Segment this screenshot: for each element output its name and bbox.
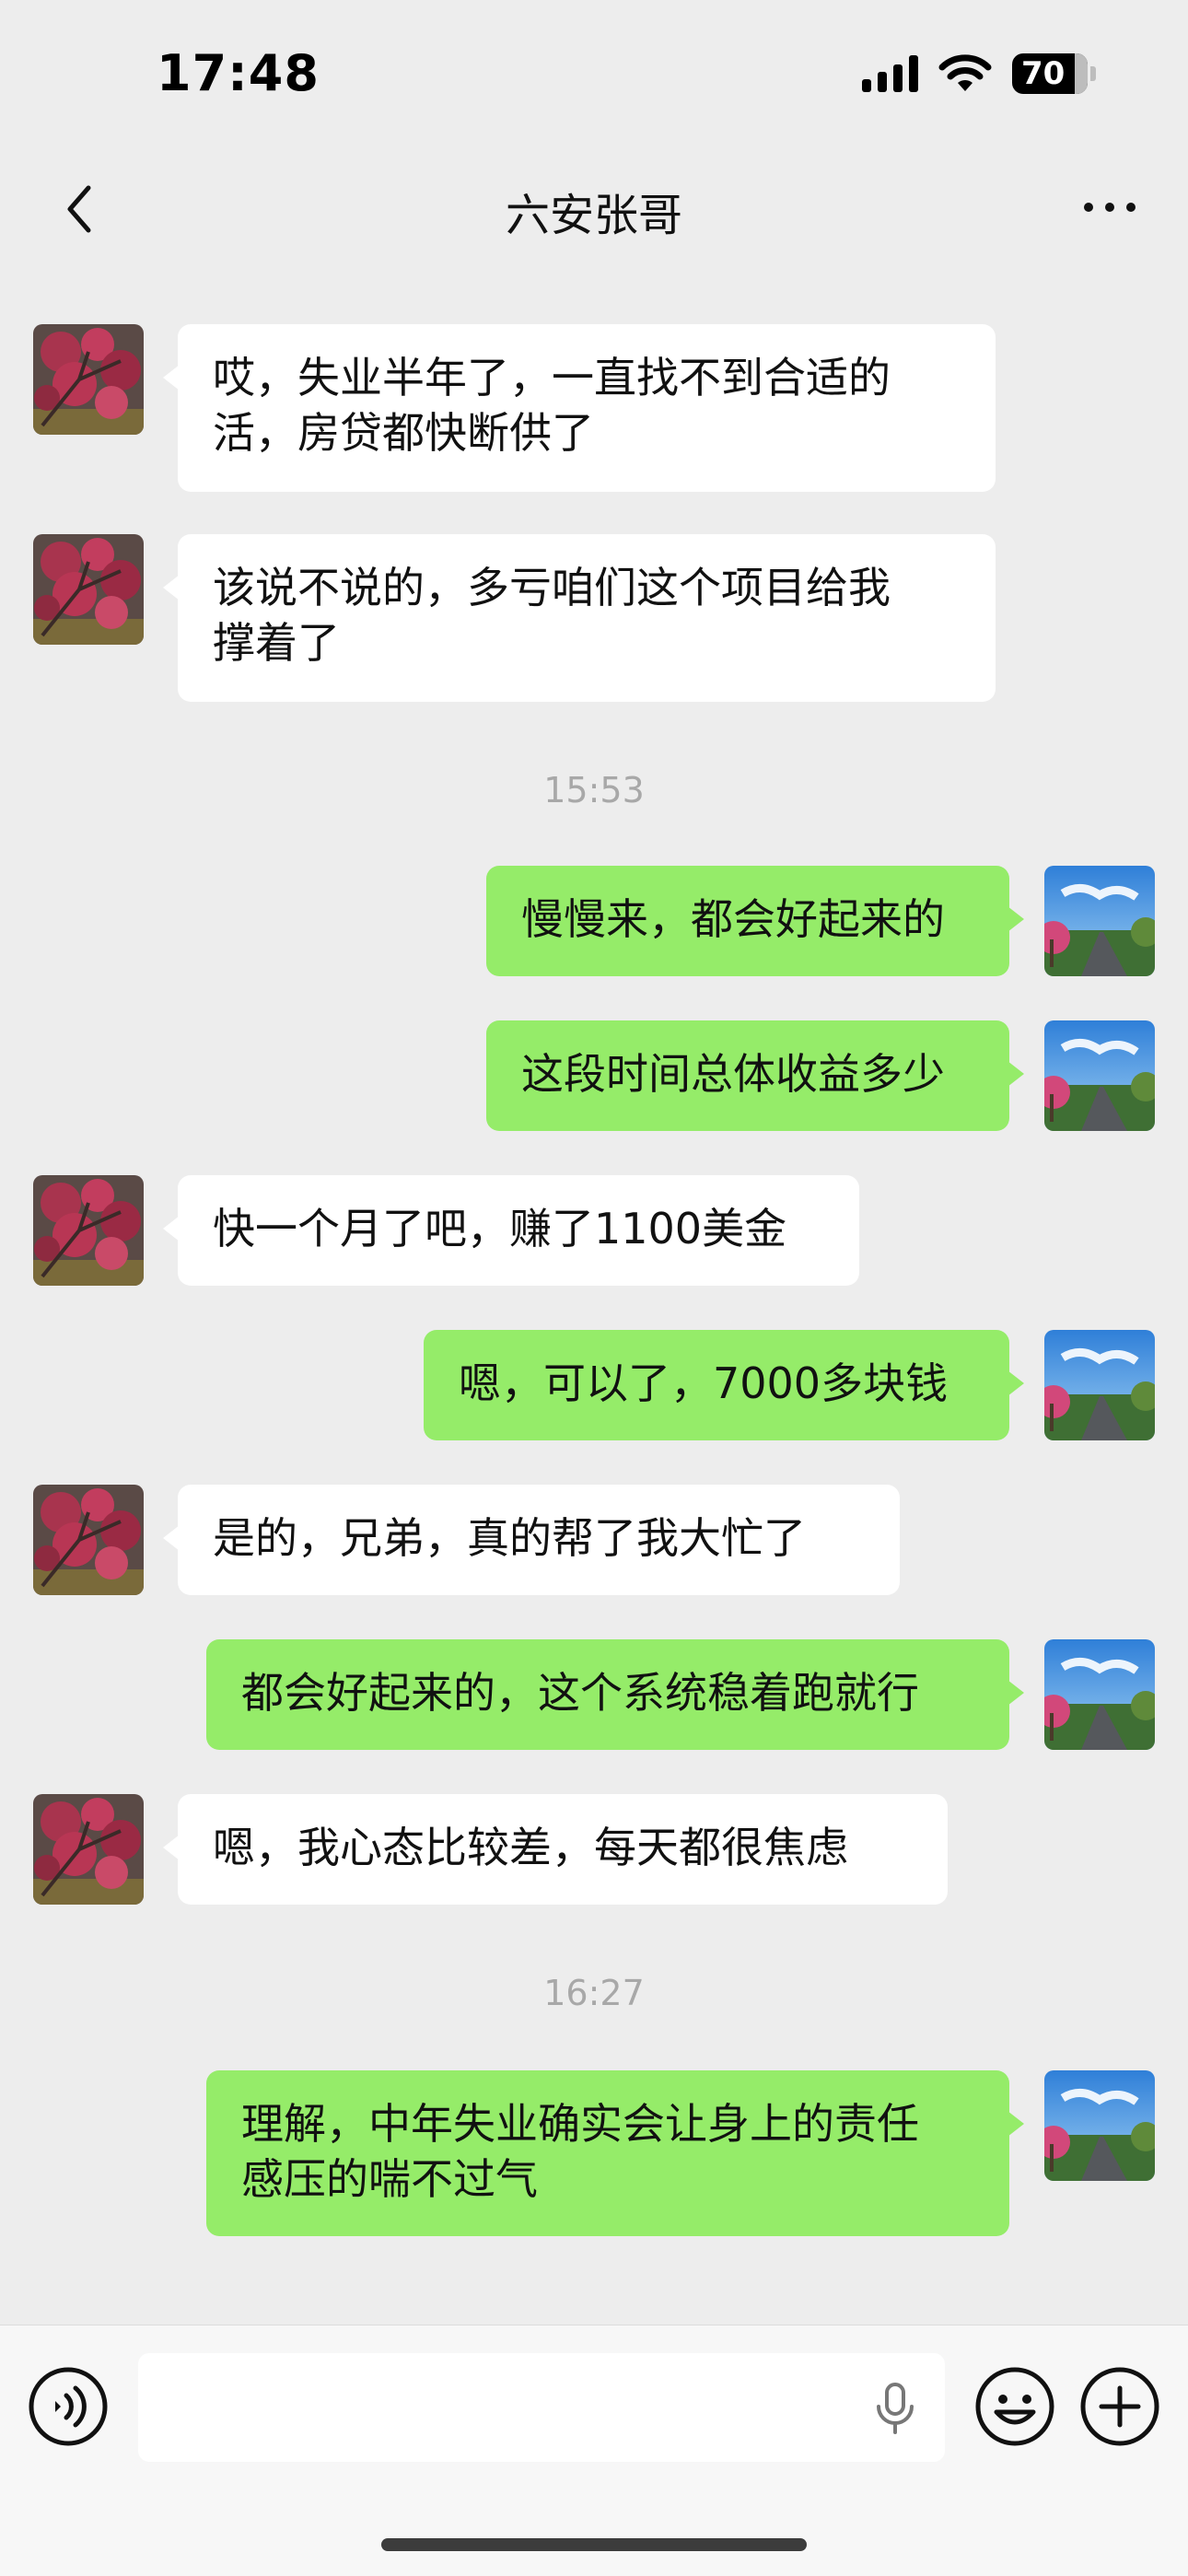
chat-header: 六安张哥 <box>0 157 1188 258</box>
wifi-icon <box>938 54 992 91</box>
message-incoming[interactable]: 嗯，我心态比较差，每天都很焦虑 <box>163 1794 948 1905</box>
message-text: 快一个月了吧，赚了1100美金 <box>213 1204 787 1253</box>
message-incoming[interactable]: 该说不说的，多亏咱们这个项目给我 撑着了 <box>163 534 996 702</box>
message-incoming[interactable]: 快一个月了吧，赚了1100美金 <box>163 1175 859 1286</box>
emoji-icon[interactable] <box>974 2366 1055 2447</box>
my-avatar[interactable] <box>1044 866 1155 976</box>
message-input[interactable] <box>138 2353 945 2462</box>
status-time: 17:48 <box>157 44 320 102</box>
message-text: 这段时间总体收益多少 <box>521 1049 945 1099</box>
my-avatar[interactable] <box>1044 1330 1155 1440</box>
home-indicator[interactable] <box>381 2538 807 2551</box>
battery-level: 70 <box>1021 55 1066 92</box>
message-incoming[interactable]: 是的，兄弟，真的帮了我大忙了 <box>163 1485 900 1595</box>
status-bar: 17:48 70 <box>0 0 1188 157</box>
contact-avatar[interactable] <box>33 324 144 435</box>
my-avatar[interactable] <box>1044 2070 1155 2181</box>
message-text: 哎，失业半年了，一直找不到合适的 活，房贷都快断供了 <box>213 353 891 458</box>
message-outgoing[interactable]: 理解，中年失业确实会让身上的责任 感压的喘不过气 <box>206 2070 1024 2236</box>
my-avatar[interactable] <box>1044 1020 1155 1131</box>
message-text: 嗯，可以了，7000多块钱 <box>459 1358 949 1408</box>
status-icons: 70 <box>862 53 1096 94</box>
message-text: 是的，兄弟，真的帮了我大忙了 <box>213 1513 806 1563</box>
timestamp: 16:27 <box>543 1973 645 2013</box>
chat-title: 六安张哥 <box>505 190 682 241</box>
contact-avatar[interactable] <box>33 534 144 645</box>
contact-avatar[interactable] <box>33 1794 144 1905</box>
more-icon[interactable] <box>1077 184 1142 230</box>
plus-icon[interactable] <box>1079 2366 1160 2447</box>
contact-avatar[interactable] <box>33 1485 144 1595</box>
timestamp: 15:53 <box>543 770 645 810</box>
message-outgoing[interactable]: 嗯，可以了，7000多块钱 <box>424 1330 1024 1440</box>
message-text: 慢慢来，都会好起来的 <box>521 894 945 944</box>
voice-icon[interactable] <box>28 2366 109 2447</box>
message-text: 嗯，我心态比较差，每天都很焦虑 <box>213 1823 848 1872</box>
cellular-signal-icon <box>862 55 918 92</box>
contact-avatar[interactable] <box>33 1175 144 1286</box>
message-text: 该说不说的，多亏咱们这个项目给我 撑着了 <box>213 563 891 668</box>
mic-icon[interactable] <box>869 2381 921 2436</box>
battery-icon: 70 <box>1012 53 1088 94</box>
message-outgoing[interactable]: 慢慢来，都会好起来的 <box>486 866 1024 976</box>
message-outgoing[interactable]: 这段时间总体收益多少 <box>486 1020 1024 1131</box>
message-text: 理解，中年失业确实会让身上的责任 感压的喘不过气 <box>241 2099 919 2204</box>
message-incoming[interactable]: 哎，失业半年了，一直找不到合适的 活，房贷都快断供了 <box>163 324 996 492</box>
message-text: 都会好起来的，这个系统稳着跑就行 <box>241 1668 919 1718</box>
my-avatar[interactable] <box>1044 1639 1155 1750</box>
message-outgoing[interactable]: 都会好起来的，这个系统稳着跑就行 <box>206 1639 1024 1750</box>
